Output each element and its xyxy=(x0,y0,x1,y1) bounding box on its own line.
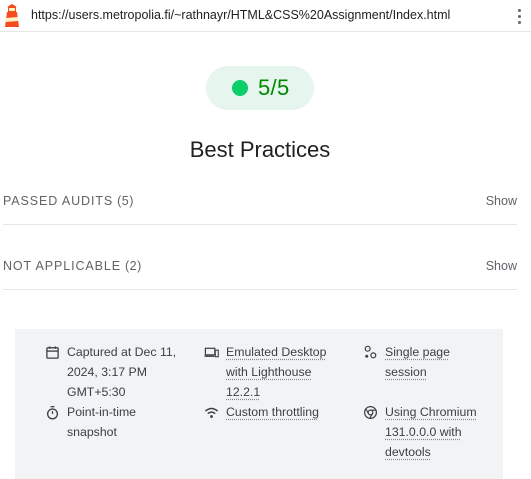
calendar-icon xyxy=(46,346,59,359)
kebab-menu-icon[interactable] xyxy=(512,7,526,25)
passed-audits-group[interactable]: Passed audits (5) Show xyxy=(3,194,517,214)
report-url[interactable]: https://users.metropolia.fi/~rathnayr/HT… xyxy=(31,8,450,22)
runtime-settings: Captured at Dec 11, 2024, 3:17 PM GMT+5:… xyxy=(15,329,503,479)
session-icon xyxy=(364,345,377,359)
top-bar: https://users.metropolia.fi/~rathnayr/HT… xyxy=(0,0,531,32)
emulation-item: Emulated Desktop with Lighthouse 12.2.1 xyxy=(204,342,354,402)
throttling-link[interactable]: Custom throttling xyxy=(226,402,319,422)
session-item: Single page session xyxy=(363,342,493,382)
stopwatch-icon xyxy=(46,406,59,420)
chromium-link-line-2[interactable]: 131.0.0.0 with xyxy=(385,422,462,442)
wifi-icon xyxy=(204,407,219,418)
lighthouse-logo-icon xyxy=(5,4,19,27)
group-title: Not applicable (2) xyxy=(3,259,142,273)
chromium-link-line-3[interactable]: devtools xyxy=(385,442,431,462)
captured-line-1: Captured at Dec 11, xyxy=(67,345,177,359)
throttling-item: Custom throttling xyxy=(204,402,354,422)
group-title: Passed audits (5) xyxy=(3,194,134,208)
divider xyxy=(3,224,517,225)
score-value: 5/5 xyxy=(258,75,290,100)
captured-line-3: GMT+5:30 xyxy=(67,385,126,399)
category-title: Best Practices xyxy=(189,137,331,162)
show-passed-audits-button[interactable]: Show xyxy=(486,194,517,208)
chrome-icon xyxy=(363,405,378,420)
session-link-line-1[interactable]: Single page xyxy=(385,342,450,362)
chromium-link-line-1[interactable]: Using Chromium xyxy=(385,402,477,422)
group-count: (2) xyxy=(124,259,142,273)
emulation-link-line-3[interactable]: 12.2.1 xyxy=(226,382,260,402)
captured-line-2: 2024, 3:17 PM xyxy=(67,365,147,379)
snapshot-line-2: snapshot xyxy=(67,425,117,439)
snapshot-item: Point-in-time snapshot xyxy=(45,402,195,442)
devices-icon xyxy=(204,347,219,358)
chromium-item: Using Chromium 131.0.0.0 with devtools xyxy=(363,402,493,462)
not-applicable-group[interactable]: Not applicable (2) Show xyxy=(3,259,517,279)
session-link-line-2[interactable]: session xyxy=(385,362,427,382)
show-not-applicable-button[interactable]: Show xyxy=(486,259,517,273)
divider xyxy=(3,289,517,290)
score-pass-icon xyxy=(232,80,248,96)
emulation-link-line-2[interactable]: with Lighthouse xyxy=(226,362,311,382)
group-count: (5) xyxy=(117,194,134,208)
captured-at-item: Captured at Dec 11, 2024, 3:17 PM GMT+5:… xyxy=(45,342,195,402)
emulation-link-line-1[interactable]: Emulated Desktop xyxy=(226,342,326,362)
snapshot-line-1: Point-in-time xyxy=(67,405,137,419)
score-badge: 5/5 xyxy=(206,66,314,110)
